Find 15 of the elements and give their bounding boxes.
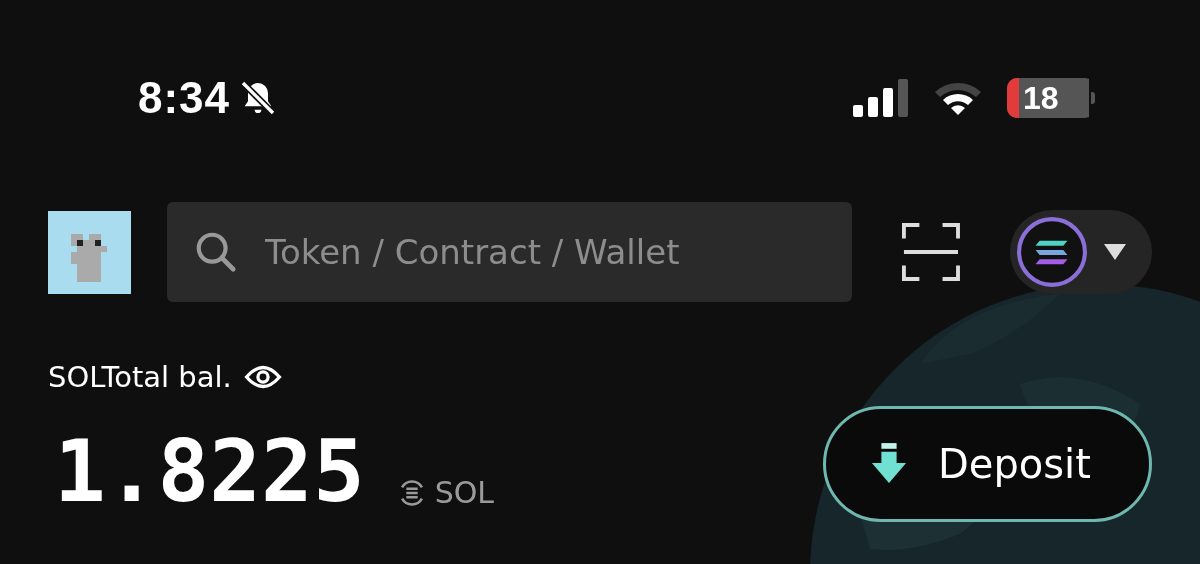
signal-icon — [853, 79, 909, 117]
scan-icon[interactable] — [902, 223, 961, 281]
balance-label: SOLTotal bal. — [48, 360, 232, 394]
search-field[interactable]: Token / Contract / Wallet — [166, 202, 853, 302]
download-arrow-icon — [870, 443, 908, 485]
solana-logo-icon — [1016, 216, 1089, 288]
avatar[interactable] — [48, 210, 131, 294]
eye-icon[interactable] — [243, 363, 282, 391]
battery-icon: 18 — [1007, 78, 1095, 118]
balance-amount: 1.8225 — [54, 428, 365, 514]
wifi-icon — [933, 80, 983, 116]
status-time: 8:34 — [138, 73, 231, 123]
balance-unit: SOL — [434, 475, 495, 510]
deposit-button[interactable]: Deposit — [823, 406, 1152, 522]
caret-icon — [1102, 242, 1129, 262]
